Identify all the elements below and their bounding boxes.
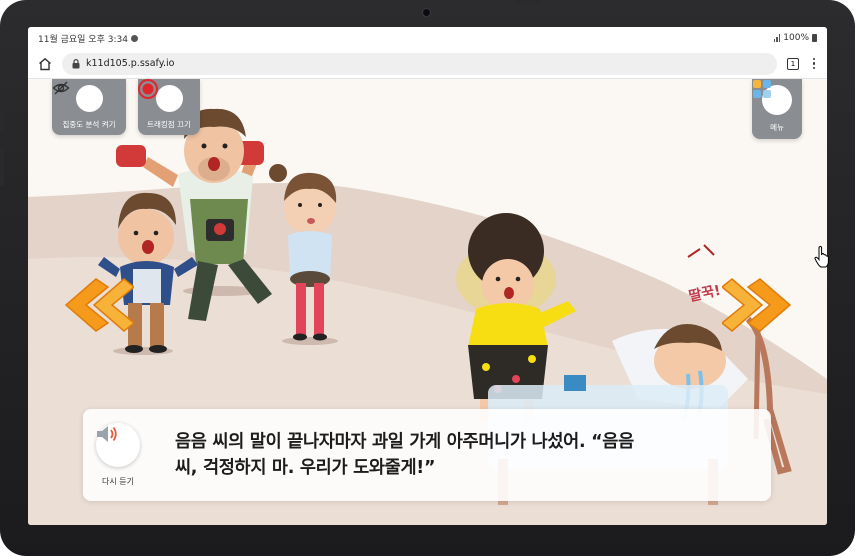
more-options-button[interactable] xyxy=(809,57,819,70)
volume-button xyxy=(0,112,4,134)
address-bar[interactable]: k11d105.p.ssafy.io xyxy=(62,52,777,75)
hand-cursor-icon xyxy=(814,246,829,268)
home-icon xyxy=(39,57,51,70)
story-line-1: 음음 씨의 말이 끝나자마자 과일 가게 아주머니가 나섰어. “음음 xyxy=(175,432,634,452)
battery-percent: 100% xyxy=(783,33,809,43)
screen: 11월 금요일 오후 3:34 100% k11d105.p.ssafy.io … xyxy=(28,27,827,525)
lock-icon xyxy=(72,58,80,68)
focus-analysis-label: 집중도 분석 켜기 xyxy=(62,120,116,129)
url-text: k11d105.p.ssafy.io xyxy=(86,58,175,69)
battery-icon xyxy=(812,34,817,42)
eye-off-icon xyxy=(52,81,70,95)
story-text-panel: 다시 듣기 음음 씨의 말이 끝나자마자 과일 가게 아주머니가 나섰어. “음… xyxy=(83,409,771,501)
listen-again-label: 다시 듣기 xyxy=(102,477,134,486)
tablet-frame: 11월 금요일 오후 3:34 100% k11d105.p.ssafy.io … xyxy=(0,0,855,556)
target-icon xyxy=(138,79,158,99)
status-bar: 11월 금요일 오후 3:34 100% xyxy=(28,27,827,49)
home-button[interactable] xyxy=(36,55,54,73)
speaker-icon xyxy=(97,426,117,442)
status-time: 11월 금요일 오후 3:34 xyxy=(38,34,128,45)
tracking-point-label: 트래킹점 끄기 xyxy=(147,120,191,129)
listen-again-button[interactable]: 다시 듣기 xyxy=(95,423,141,493)
power-button xyxy=(0,148,4,186)
signal-icon xyxy=(773,34,781,42)
story-narration: 음음 씨의 말이 끝나자마자 과일 가게 아주머니가 나섰어. “음음 씨, 걱… xyxy=(175,429,757,481)
menu-button[interactable]: 메뉴 xyxy=(752,79,802,139)
menu-label: 메뉴 xyxy=(770,123,784,132)
tabs-button[interactable]: 1 xyxy=(787,57,799,70)
story-line-2: 씨, 걱정하지 마. 우리가 도와줄게!” xyxy=(175,458,436,478)
story-scene: 딸꾹! 집중도 분석 켜기 트래킹점 끄기 메뉴 다시 듣기 음음 씨의 말이 … xyxy=(28,79,827,525)
front-camera xyxy=(422,8,431,17)
browser-toolbar: k11d105.p.ssafy.io 1 xyxy=(28,49,827,79)
previous-page-arrow-icon[interactable] xyxy=(56,275,134,335)
tracking-point-button[interactable]: 트래킹점 끄기 xyxy=(138,79,200,135)
next-page-arrow-icon[interactable] xyxy=(722,275,800,335)
notification-icon xyxy=(130,34,138,42)
focus-analysis-button[interactable]: 집중도 분석 켜기 xyxy=(52,79,126,135)
grid-menu-icon xyxy=(753,80,771,98)
top-button xyxy=(515,0,541,4)
